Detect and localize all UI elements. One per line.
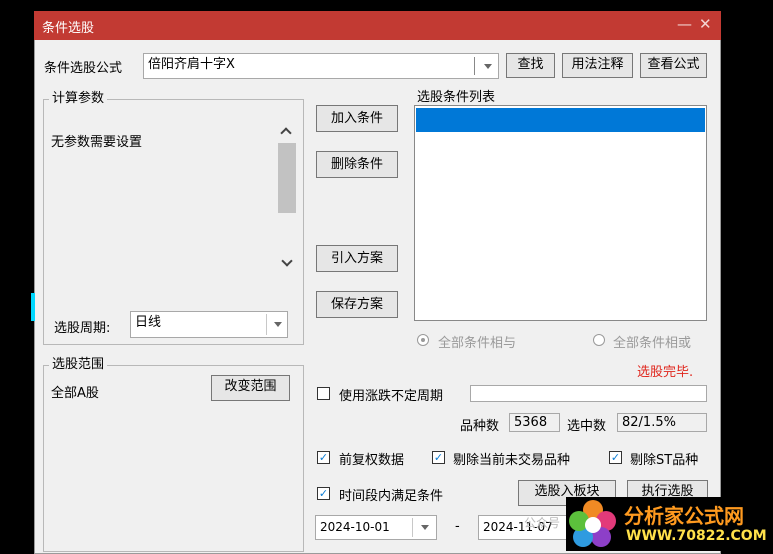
find-button[interactable]: 查找: [506, 53, 555, 78]
condition-list[interactable]: 倍阳齐肩十字X 日线: [414, 105, 707, 321]
prior-adjust-checkbox[interactable]: ✓: [317, 451, 330, 464]
usage-notes-button[interactable]: 用法注释: [562, 53, 633, 78]
formula-dropdown-button[interactable]: [479, 55, 497, 77]
uncertain-period-input[interactable]: [470, 385, 707, 402]
close-icon[interactable]: ✕: [699, 15, 712, 33]
range-value: 全部A股: [51, 386, 99, 401]
period-select[interactable]: 日线: [130, 311, 288, 338]
date-range-dash: -: [455, 519, 460, 534]
delete-condition-button[interactable]: 删除条件: [316, 151, 398, 178]
start-date-field[interactable]: 2024-10-01: [315, 515, 437, 540]
uncertain-period-label: 使用涨跌不定周期: [339, 389, 444, 404]
title-bar: 条件选股 — ✕: [34, 11, 721, 40]
condition-list-header: 选股条件列表: [417, 90, 496, 105]
exclude-st-checkbox[interactable]: ✓: [609, 451, 622, 464]
radio-or-label: 全部条件相或: [613, 336, 692, 351]
exclude-st-label: 剔除ST品种: [630, 453, 699, 468]
chevron-down-icon[interactable]: [421, 525, 429, 530]
chevron-down-icon[interactable]: [274, 322, 282, 327]
condition-list-item-label: 倍阳齐肩十字X 日线: [436, 136, 558, 151]
prior-adjust-label: 前复权数据: [339, 453, 405, 468]
params-text: 无参数需要设置: [51, 135, 143, 150]
status-text: 选股完毕.: [637, 365, 694, 380]
count-value: 5368: [509, 413, 560, 432]
params-legend: 计算参数: [49, 92, 108, 106]
interval-satisfy-checkbox[interactable]: ✓: [317, 487, 330, 500]
start-date-separator: [412, 518, 413, 537]
radio-and[interactable]: [417, 334, 429, 346]
scroll-thumb[interactable]: [278, 143, 296, 213]
change-range-button[interactable]: 改变范围: [211, 375, 290, 401]
start-date-value: 2024-10-01: [320, 520, 390, 534]
selected-label: 选中数: [567, 419, 607, 434]
minimize-icon[interactable]: —: [677, 15, 692, 33]
watermark-site-name: 分析家公式网: [624, 504, 744, 528]
selected-value: 82/1.5%: [617, 413, 707, 432]
watermark-faint: 公众号: [524, 516, 561, 530]
window-edge-marker: [31, 293, 35, 321]
uncertain-period-checkbox[interactable]: [317, 387, 330, 400]
watermark-url: WWW.70822.COM: [626, 528, 767, 544]
formula-select[interactable]: 倍阳齐肩十字X: [143, 53, 499, 79]
view-formula-button[interactable]: 查看公式: [640, 53, 707, 78]
radio-or[interactable]: [593, 334, 605, 346]
count-label: 品种数: [460, 419, 500, 434]
period-select-value: 日线: [135, 315, 162, 330]
exclude-untraded-label: 剔除当前未交易品种: [453, 453, 571, 468]
params-scrollbar[interactable]: [278, 119, 298, 279]
add-condition-button[interactable]: 加入条件: [316, 105, 398, 132]
range-legend: 选股范围: [49, 358, 108, 372]
period-select-separator: [266, 314, 267, 335]
formula-select-value: 倍阳齐肩十字X: [148, 57, 235, 72]
import-scheme-button[interactable]: 引入方案: [316, 245, 398, 272]
interval-satisfy-label: 时间段内满足条件: [339, 489, 444, 504]
radio-and-label: 全部条件相与: [438, 336, 517, 351]
scroll-up-icon[interactable]: [280, 127, 292, 139]
window-title: 条件选股: [42, 21, 95, 36]
scroll-down-icon[interactable]: [281, 255, 293, 267]
formula-select-separator: [474, 57, 475, 75]
flower-logo-icon: [569, 500, 616, 547]
condition-list-item[interactable]: 倍阳齐肩十字X 日线: [416, 108, 705, 151]
chevron-down-icon: [484, 64, 492, 69]
formula-label: 条件选股公式: [44, 61, 123, 76]
period-label: 选股周期:: [54, 321, 111, 336]
watermark-logo: 分析家公式网 WWW.70822.COM: [566, 497, 767, 551]
save-scheme-button[interactable]: 保存方案: [316, 291, 398, 318]
exclude-untraded-checkbox[interactable]: ✓: [432, 451, 445, 464]
